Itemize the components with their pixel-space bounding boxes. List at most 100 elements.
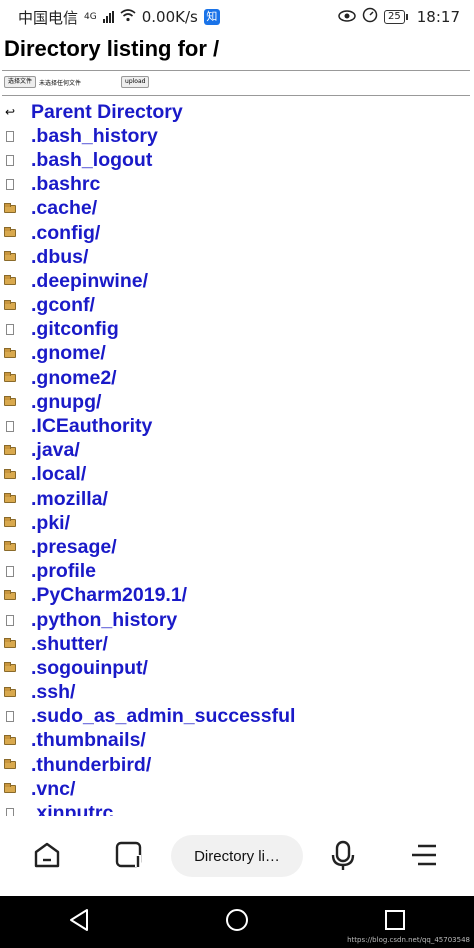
entry-link[interactable]: .profile [31, 560, 96, 583]
entry-link[interactable]: .thumbnails/ [31, 729, 146, 752]
folder-icon [3, 396, 17, 407]
list-item: .ICEauthority [0, 414, 474, 438]
speedometer-icon [362, 7, 378, 27]
entry-link[interactable]: .thunderbird/ [31, 754, 151, 777]
list-item: .ssh/ [0, 681, 474, 705]
list-item: .profile [0, 560, 474, 584]
list-item: .vnc/ [0, 777, 474, 801]
list-item: .pki/ [0, 511, 474, 535]
file-icon [3, 566, 17, 578]
folder-icon [3, 783, 17, 794]
carrier-label: 中国电信 [18, 8, 79, 27]
folder-icon [3, 347, 17, 358]
clock: 18:17 [416, 8, 460, 26]
entry-link[interactable]: .gnome2/ [31, 367, 117, 390]
divider-top [2, 70, 470, 71]
folder-icon [3, 493, 17, 504]
file-icon [3, 130, 17, 142]
list-item: .sogouinput/ [0, 656, 474, 680]
parent-directory-icon: ↩ [4, 105, 16, 120]
entry-link[interactable]: .bash_history [31, 125, 158, 148]
entry-link[interactable]: .sogouinput/ [31, 657, 148, 680]
entry-link[interactable]: .pki/ [31, 512, 70, 535]
no-file-label: 未选择任何文件 [39, 79, 82, 87]
folder-icon [3, 517, 17, 528]
list-item: .bashrc [0, 173, 474, 197]
list-item: .bash_history [0, 124, 474, 148]
home-circle-icon[interactable] [225, 908, 249, 936]
battery-level: 25 [388, 11, 401, 22]
app-badge-icon: 知 [203, 9, 220, 25]
menu-icon[interactable] [410, 842, 438, 868]
net-speed: 0.00K/s [141, 8, 198, 26]
list-item: .config/ [0, 221, 474, 245]
eye-icon [338, 8, 356, 26]
folder-icon [3, 638, 17, 649]
folder-icon [3, 299, 17, 310]
recents-icon[interactable] [384, 909, 406, 935]
upload-button[interactable]: upload [121, 76, 150, 88]
list-item: .gnome2/ [0, 366, 474, 390]
entry-link[interactable]: .shutter/ [31, 633, 108, 656]
folder-icon [3, 227, 17, 238]
entry-link[interactable]: .gnome/ [31, 342, 106, 365]
entry-link[interactable]: .java/ [31, 439, 80, 462]
parent-directory-link[interactable]: Parent Directory [31, 101, 183, 124]
list-item: .shutter/ [0, 632, 474, 656]
battery-icon: 25 [384, 10, 408, 24]
file-icon [3, 179, 17, 191]
entry-link[interactable]: .config/ [31, 222, 100, 245]
list-item: .gnupg/ [0, 390, 474, 414]
folder-icon [3, 759, 17, 770]
folder-icon [3, 541, 17, 552]
entry-link[interactable]: .cache/ [31, 197, 97, 220]
list-item: .dbus/ [0, 245, 474, 269]
entry-link[interactable]: .mozilla/ [31, 488, 108, 511]
entry-link[interactable]: .presage/ [31, 536, 117, 559]
list-item: .thunderbird/ [0, 753, 474, 777]
folder-icon [3, 734, 17, 745]
status-bar: 中国电信 4G 0.00K/s 知 25 18:17 [0, 0, 474, 34]
directory-list: ↩ Parent Directory .bash_history .bash_logo… [0, 100, 474, 816]
network-type: 4G [84, 12, 97, 22]
list-item: .deepinwine/ [0, 269, 474, 293]
file-icon [3, 808, 17, 816]
back-icon[interactable] [68, 908, 90, 936]
entry-link[interactable]: .bashrc [31, 173, 100, 196]
entry-link[interactable]: .gitconfig [31, 318, 119, 341]
list-item: .local/ [0, 463, 474, 487]
entry-link[interactable]: .xinputrc [31, 802, 113, 816]
list-item: .PyCharm2019.1/ [0, 584, 474, 608]
entry-link[interactable]: .bash_logout [31, 149, 152, 172]
list-item: .thumbnails/ [0, 729, 474, 753]
entry-link[interactable]: .ssh/ [31, 681, 75, 704]
entry-link[interactable]: .deepinwine/ [31, 270, 148, 293]
list-item: .gitconfig [0, 318, 474, 342]
entry-link[interactable]: .gconf/ [31, 294, 95, 317]
entry-link[interactable]: .python_history [31, 609, 177, 632]
entry-link[interactable]: .local/ [31, 463, 86, 486]
folder-icon [3, 444, 17, 455]
tab-title-pill[interactable]: Directory li… [171, 835, 303, 877]
folder-icon [3, 468, 17, 479]
home-icon[interactable] [32, 840, 62, 870]
file-icon [3, 154, 17, 166]
choose-file-button[interactable]: 选择文件 [4, 76, 37, 88]
entry-link[interactable]: .vnc/ [31, 778, 75, 801]
file-icon [3, 324, 17, 336]
list-item: ↩ Parent Directory [0, 100, 474, 124]
tabs-icon[interactable] [114, 840, 144, 870]
signal-icon [102, 11, 114, 23]
list-item: .presage/ [0, 535, 474, 559]
folder-icon [3, 202, 17, 213]
list-item: .gconf/ [0, 294, 474, 318]
entry-link[interactable]: .ICEauthority [31, 415, 152, 438]
entry-link[interactable]: .sudo_as_admin_successful [31, 705, 295, 728]
browser-toolbar: Directory li… [0, 816, 474, 896]
microphone-icon[interactable] [328, 840, 358, 872]
entry-link[interactable]: .PyCharm2019.1/ [31, 584, 187, 607]
entry-link[interactable]: .dbus/ [31, 246, 88, 269]
entry-link[interactable]: .gnupg/ [31, 391, 101, 414]
watermark: https://blog.csdn.net/qq_45703548 [347, 936, 470, 944]
list-item: .java/ [0, 439, 474, 463]
